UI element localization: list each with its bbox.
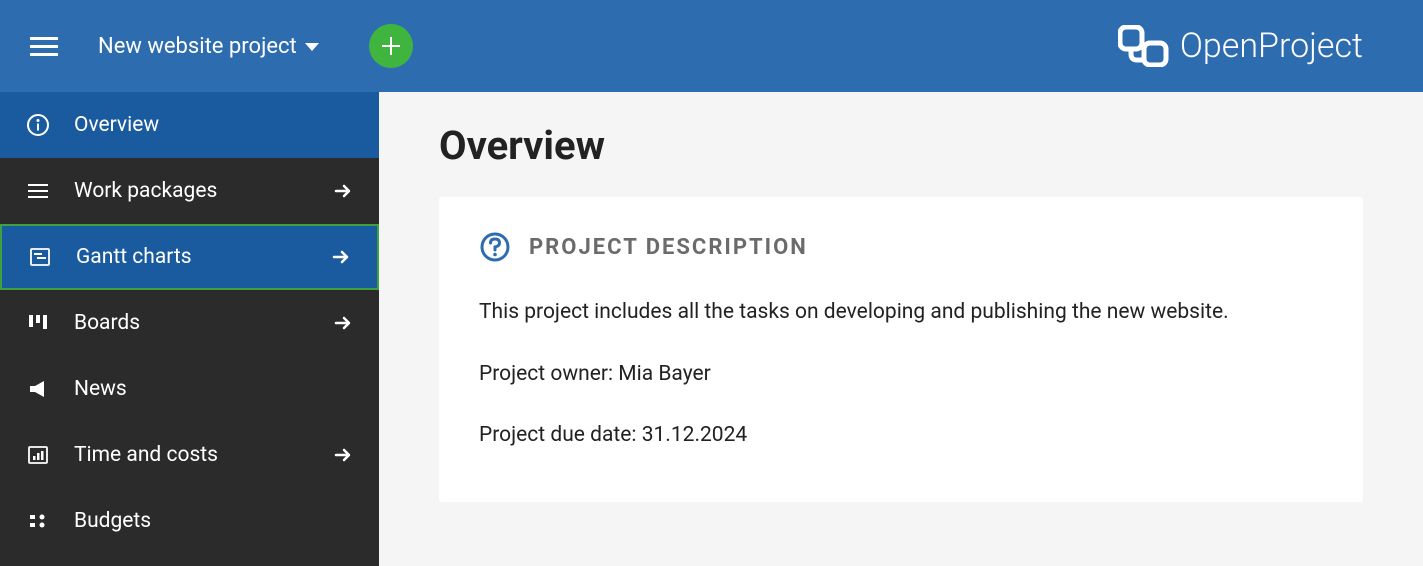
sidebar-item-label: Work packages [74, 179, 331, 203]
megaphone-icon [24, 377, 52, 401]
sidebar-item-overview[interactable]: Overview [0, 92, 379, 158]
header: New website project OpenProject [0, 0, 1423, 92]
arrow-right-icon [329, 245, 353, 269]
sidebar-item-boards[interactable]: Boards [0, 290, 379, 356]
sidebar-item-work-packages[interactable]: Work packages [0, 158, 379, 224]
hamburger-menu-button[interactable] [30, 32, 58, 60]
sidebar-item-label: Time and costs [74, 443, 331, 467]
info-icon [24, 113, 52, 137]
hamburger-line [30, 45, 58, 48]
add-button[interactable] [369, 24, 413, 68]
project-name-label: New website project [98, 34, 297, 59]
sidebar-item-label: Budgets [74, 509, 355, 533]
sidebar: Overview Work packages Gantt charts Boar… [0, 92, 379, 566]
description-text: This project includes all the tasks on d… [479, 297, 1323, 329]
plus-icon [379, 34, 403, 58]
project-due-date-text: Project due date: 31.12.2024 [479, 420, 1323, 452]
help-icon[interactable] [479, 231, 511, 263]
caret-down-icon [305, 43, 319, 51]
openproject-logo-icon [1118, 25, 1170, 67]
project-owner-text: Project owner: Mia Bayer [479, 359, 1323, 391]
project-selector-dropdown[interactable]: New website project [98, 34, 319, 59]
sidebar-item-label: Overview [74, 113, 355, 137]
sidebar-item-budgets[interactable]: Budgets [0, 488, 379, 554]
sidebar-item-news[interactable]: News [0, 356, 379, 422]
main: Overview Work packages Gantt charts Boar… [0, 92, 1423, 566]
sidebar-item-gantt-charts[interactable]: Gantt charts [0, 224, 379, 290]
brand-logo: OpenProject [1118, 25, 1363, 67]
project-description-card: PROJECT DESCRIPTION This project include… [439, 197, 1363, 502]
sidebar-item-label: News [74, 377, 355, 401]
boards-icon [24, 311, 52, 335]
card-header: PROJECT DESCRIPTION [479, 231, 1323, 263]
gantt-icon [26, 245, 54, 269]
chart-icon [24, 443, 52, 467]
hamburger-line [30, 37, 58, 40]
sidebar-item-time-and-costs[interactable]: Time and costs [0, 422, 379, 488]
card-title: PROJECT DESCRIPTION [529, 235, 808, 260]
budget-icon [24, 509, 52, 533]
arrow-right-icon [331, 311, 355, 335]
list-icon [24, 179, 52, 203]
arrow-right-icon [331, 179, 355, 203]
brand-text: OpenProject [1180, 26, 1363, 66]
sidebar-item-label: Boards [74, 311, 331, 335]
card-body: This project includes all the tasks on d… [479, 297, 1323, 452]
page-title: Overview [439, 122, 1363, 169]
hamburger-line [30, 53, 58, 56]
sidebar-item-label: Gantt charts [76, 245, 329, 269]
content: Overview PROJECT DESCRIPTION This projec… [379, 92, 1423, 566]
arrow-right-icon [331, 443, 355, 467]
